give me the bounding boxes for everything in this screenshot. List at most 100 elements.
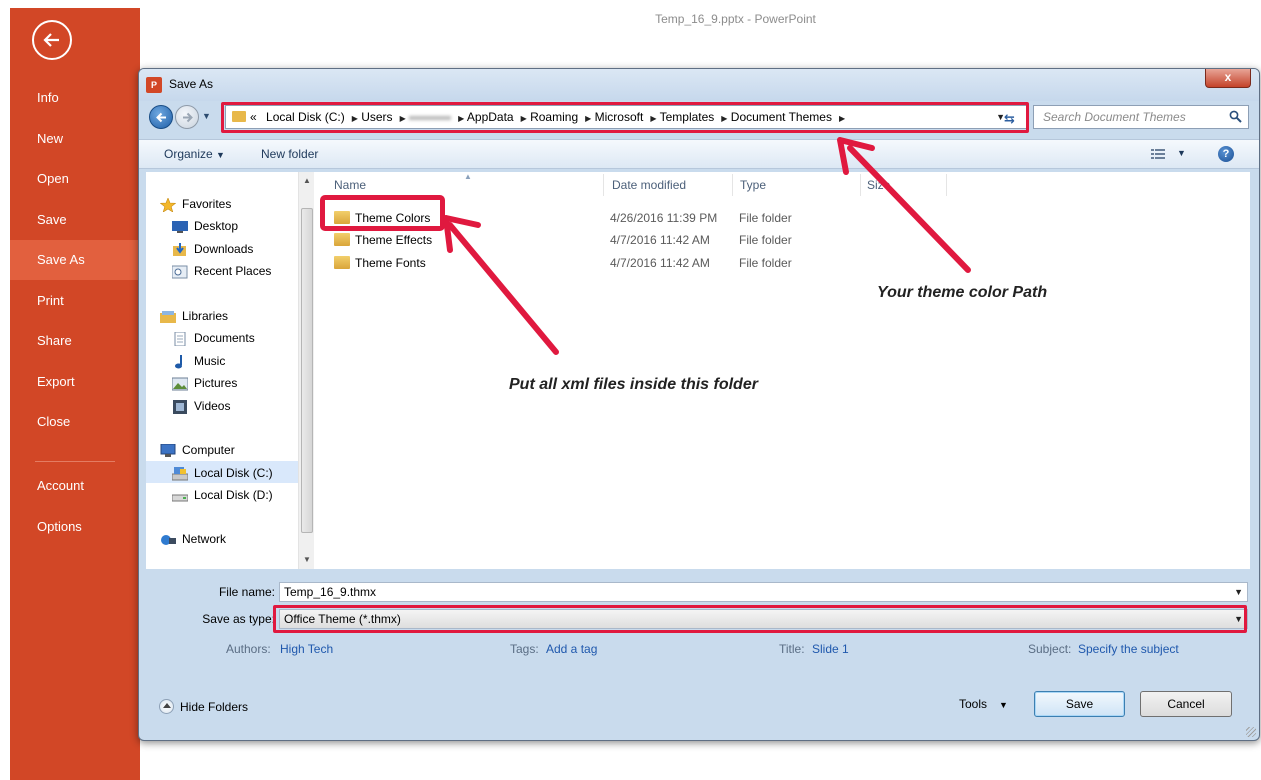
documents-icon [174, 332, 186, 346]
subject-value[interactable]: Specify the subject [1078, 642, 1179, 656]
file-name-value: Temp_16_9.thmx [284, 585, 377, 599]
scroll-down-icon[interactable]: ▼ [303, 555, 311, 564]
nav-label: Libraries [182, 309, 229, 323]
chevron-up-icon [159, 699, 174, 714]
file-row[interactable]: Theme Fonts 4/7/2016 11:42 AM File folde… [314, 252, 1114, 274]
organize-button[interactable]: Organize ▼ [164, 147, 225, 161]
left-arrow-icon [156, 112, 166, 123]
chevron-down-icon: ▼ [999, 700, 1008, 710]
drive-c-icon [172, 467, 188, 481]
nav-label: Network [182, 532, 227, 546]
column-divider[interactable] [603, 174, 604, 196]
music-note-icon [175, 355, 182, 369]
column-divider[interactable] [732, 174, 733, 196]
back-nav-button[interactable] [149, 105, 173, 129]
tools-label: Tools [959, 697, 988, 711]
nav-label: Recent Places [194, 264, 272, 278]
title-value[interactable]: Slide 1 [812, 642, 849, 656]
backstage-item-options[interactable]: Options [10, 507, 140, 547]
tags-value[interactable]: Add a tag [546, 642, 597, 656]
star-icon [160, 198, 176, 212]
annotation-folder-highlight [320, 195, 445, 231]
file-type: File folder [739, 211, 792, 225]
dialog-title: Save As [169, 77, 214, 91]
folder-icon [334, 233, 350, 246]
back-button[interactable] [32, 20, 72, 60]
search-input[interactable]: Search Document Themes [1033, 105, 1249, 129]
backstage-item-export[interactable]: Export [10, 362, 140, 402]
navigation-pane: Favorites Desktop Downloads Recent Place… [146, 172, 314, 569]
nav-label: Documents [194, 331, 255, 345]
view-dropdown-icon[interactable]: ▼ [1177, 148, 1186, 158]
file-row[interactable]: Theme Effects 4/7/2016 11:42 AM File fol… [314, 229, 1114, 251]
help-icon[interactable]: ? [1218, 146, 1234, 162]
column-divider[interactable] [946, 174, 947, 196]
scroll-thumb[interactable] [301, 208, 313, 533]
column-divider[interactable] [860, 174, 861, 196]
backstage-item-account[interactable]: Account [10, 466, 140, 506]
backstage-item-print[interactable]: Print [10, 281, 140, 321]
scroll-up-icon[interactable]: ▲ [303, 176, 311, 185]
column-header-size[interactable]: Size [867, 178, 890, 192]
title-label: Title: [779, 642, 805, 656]
address-row: ▼ « Local Disk (C:) ▶ Users ▶ ▶ AppData ▶ R… [139, 102, 1259, 133]
nav-label: Music [194, 354, 226, 368]
backstage-item-save[interactable]: Save [10, 200, 140, 240]
nav-label: Local Disk (D:) [194, 488, 273, 502]
authors-value[interactable]: High Tech [280, 642, 333, 656]
powerpoint-icon: P [146, 77, 162, 93]
nav-label: Downloads [194, 242, 254, 256]
tools-button[interactable]: Tools ▼ [959, 697, 1008, 711]
nav-label: Local Disk (C:) [194, 466, 273, 480]
nav-label: Computer [182, 443, 235, 457]
view-options-icon[interactable] [1151, 149, 1165, 160]
search-icon[interactable] [1229, 110, 1242, 123]
recent-locations-dropdown[interactable]: ▼ [202, 111, 211, 121]
dialog-titlebar[interactable]: P Save As x [139, 69, 1259, 101]
backstage-item-share[interactable]: Share [10, 321, 140, 361]
network-icon [161, 535, 176, 545]
sort-indicator-icon: ▲ [464, 172, 472, 181]
column-header-type[interactable]: Type [740, 178, 766, 192]
file-date: 4/26/2016 11:39 PM [610, 211, 718, 225]
cancel-button[interactable]: Cancel [1140, 691, 1232, 717]
file-type: File folder [739, 256, 792, 270]
file-list: Name ▲ Date modified Type Size Theme Col… [314, 172, 1250, 569]
backstage-item-save-as[interactable]: Save As [10, 240, 140, 280]
backstage-item-close[interactable]: Close [10, 402, 140, 442]
save-button[interactable]: Save [1034, 691, 1125, 717]
backstage-sidebar: Info New Open Save Save As Print Share E… [10, 8, 140, 780]
new-folder-button[interactable]: New folder [261, 147, 318, 161]
backstage-item-info[interactable]: Info [10, 78, 140, 118]
file-date: 4/7/2016 11:42 AM [610, 233, 710, 247]
save-type-label: Save as type: [202, 612, 275, 626]
resize-grip[interactable] [1246, 727, 1256, 737]
pictures-icon [172, 377, 188, 391]
search-placeholder: Search Document Themes [1043, 110, 1186, 124]
chevron-down-icon: ▼ [216, 150, 225, 160]
chevron-down-icon[interactable]: ▼ [1234, 587, 1243, 597]
nav-scrollbar[interactable]: ▲ ▼ [298, 172, 314, 569]
tags-label: Tags: [510, 642, 539, 656]
libraries-icon [160, 311, 176, 323]
command-toolbar: Organize ▼ New folder ▼ ? [139, 139, 1259, 169]
annotation-path-note: Your theme color Path [877, 284, 1048, 301]
desktop-icon [172, 221, 188, 233]
close-button[interactable]: x [1205, 69, 1251, 88]
computer-icon [160, 444, 176, 457]
backstage-item-open[interactable]: Open [10, 159, 140, 199]
file-name-field[interactable]: Temp_16_9.thmx ▼ [279, 582, 1248, 602]
nav-label: Desktop [194, 219, 239, 233]
downloads-icon [173, 243, 186, 256]
nav-label: Favorites [182, 197, 232, 211]
file-name: Theme Effects [355, 233, 433, 247]
annotation-address-highlight [221, 102, 1029, 133]
back-arrow-icon [43, 33, 59, 47]
column-header-date[interactable]: Date modified [612, 178, 686, 192]
column-header-name[interactable]: Name [334, 178, 366, 192]
file-date: 4/7/2016 11:42 AM [610, 256, 710, 270]
backstage-divider [35, 461, 115, 462]
forward-nav-button[interactable] [175, 105, 199, 129]
backstage-item-new[interactable]: New [10, 119, 140, 159]
file-type: File folder [739, 233, 792, 247]
